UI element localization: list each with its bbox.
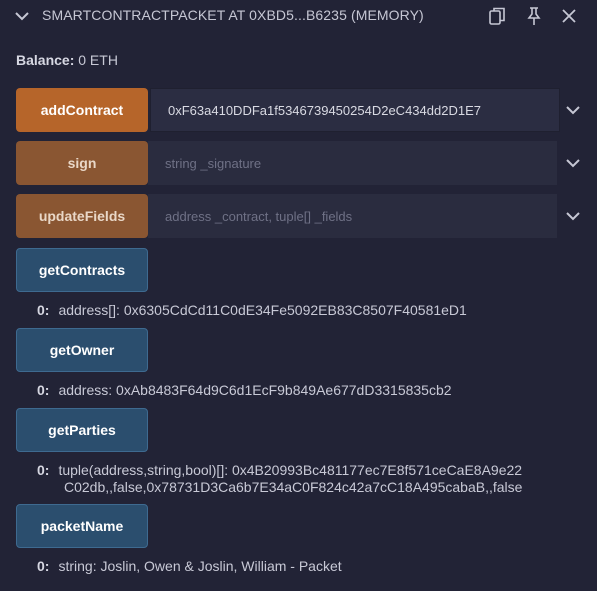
output-index: 0:: [37, 558, 50, 574]
contract-title: SMARTCONTRACTPACKET AT 0XBD5...B6235 (ME…: [42, 7, 424, 23]
output-index: 0:: [37, 382, 50, 398]
output-value: address[]: 0x6305CdCd11C0dE34Fe5092EB83C…: [58, 302, 467, 318]
addcontract-button[interactable]: addContract: [16, 88, 148, 132]
chevron-down-icon[interactable]: [14, 9, 30, 23]
getparties-button[interactable]: getParties: [16, 408, 148, 452]
contract-header[interactable]: SMARTCONTRACTPACKET AT 0XBD5...B6235 (ME…: [0, 0, 597, 32]
function-getcontracts: getContracts: [16, 248, 150, 292]
output-value: string: Joslin, Owen & Joslin, William -…: [58, 558, 342, 574]
balance-value: 0 ETH: [78, 52, 118, 68]
packetname-button[interactable]: packetName: [16, 504, 148, 548]
function-updatefields: updateFields: [16, 194, 586, 238]
output-index: 0:: [37, 302, 50, 318]
balance-display: Balance: 0 ETH: [16, 52, 118, 68]
function-getowner: getOwner: [16, 328, 150, 372]
output-value: tuple(address,string,bool)[]: 0x4B20993B…: [58, 462, 523, 478]
contract-panel: SMARTCONTRACTPACKET AT 0XBD5...B6235 (ME…: [0, 0, 597, 591]
output-value: address: 0xAb8483F64d9C6d1EcF9b849Ae677d…: [58, 382, 452, 398]
pin-icon[interactable]: [523, 5, 545, 27]
getowner-button[interactable]: getOwner: [16, 328, 148, 372]
output-index: 0:: [37, 462, 50, 478]
getcontracts-button[interactable]: getContracts: [16, 248, 148, 292]
updatefields-input[interactable]: [148, 194, 557, 238]
copy-icon[interactable]: [486, 5, 508, 27]
updatefields-button[interactable]: updateFields: [16, 194, 148, 238]
packetname-output: 0: string: Joslin, Owen & Joslin, William…: [37, 558, 342, 574]
getcontracts-output: 0: address[]: 0x6305CdCd11C0dE34Fe5092EB8…: [37, 302, 467, 318]
getowner-output: 0: address: 0xAb8483F64d9C6d1EcF9b849Ae67…: [37, 382, 452, 398]
function-getparties: getParties: [16, 408, 150, 452]
function-addcontract: addContract: [16, 88, 586, 132]
output-value-continued: C02db,,false,0x78731D3Ca6b7E34aC0F824c42…: [64, 479, 523, 495]
function-sign: sign: [16, 141, 586, 185]
addcontract-input[interactable]: [150, 88, 560, 132]
getparties-output: 0: tuple(address,string,bool)[]: 0x4B2099…: [37, 462, 522, 496]
sign-input[interactable]: [148, 141, 557, 185]
close-icon[interactable]: [558, 5, 580, 27]
chevron-down-icon[interactable]: [564, 155, 582, 171]
sign-button[interactable]: sign: [16, 141, 148, 185]
chevron-down-icon[interactable]: [564, 208, 582, 224]
function-packetname: packetName: [16, 504, 150, 548]
balance-label: Balance:: [16, 52, 75, 68]
chevron-down-icon[interactable]: [564, 102, 582, 118]
